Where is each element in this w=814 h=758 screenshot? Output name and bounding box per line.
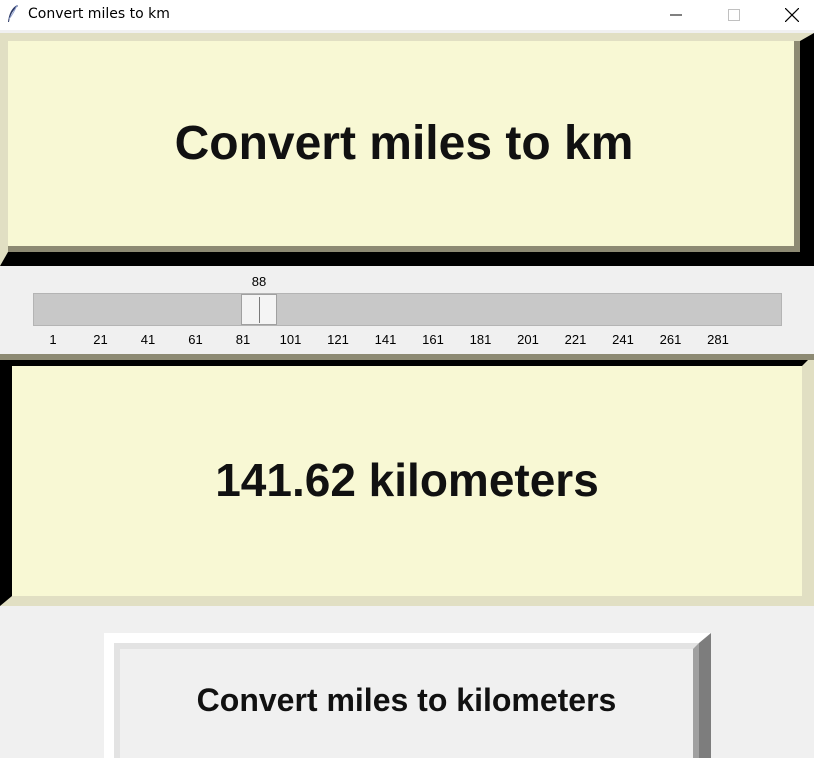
slider-tick-label: 1 [49,332,57,347]
header-label: Convert miles to km [0,33,814,266]
slider-tick-label: 141 [374,332,397,347]
close-icon [785,8,799,22]
slider-tick-label: 281 [707,332,729,347]
slider-tick-label: 161 [422,332,444,347]
slider-trough[interactable] [33,293,782,326]
slider-tick-label: 41 [140,332,156,347]
slider-tick-label: 261 [659,332,682,347]
slider-tick-label: 221 [564,332,587,347]
close-button[interactable] [769,0,814,30]
slider-tick-label: 121 [327,332,349,347]
header-title: Convert miles to km [174,117,634,170]
slider-tick-label: 181 [469,332,492,347]
result-text: 141.62 kilometers [215,454,599,506]
slider-thumb[interactable] [241,294,277,325]
slider-tick-label: 241 [612,332,634,347]
maximize-button[interactable] [711,0,757,30]
slider-tick-label: 61 [188,332,203,347]
title-bar: Convert miles to km [0,0,814,30]
minimize-button[interactable] [653,0,699,30]
slider-value-label: 88 [251,274,267,289]
result-label: 141.62 kilometers [0,354,814,606]
feather-icon [8,4,18,22]
slider-tick-label: 21 [93,332,108,347]
slider-tick-label: 101 [279,332,302,347]
convert-button-face[interactable]: Convert miles to kilometers [114,643,699,758]
maximize-icon [728,9,740,21]
minimize-icon [670,14,682,16]
convert-button[interactable]: Convert miles to kilometers [104,633,711,758]
convert-button-label: Convert miles to kilometers [196,682,617,718]
window-title: Convert miles to km [28,6,170,22]
miles-slider[interactable]: 88 1 21 41 61 81 101 121 141 161 181 201 221 241 261 2… [0,266,814,354]
slider-tick-label: 81 [235,332,251,347]
slider-tick-label: 201 [517,332,539,347]
